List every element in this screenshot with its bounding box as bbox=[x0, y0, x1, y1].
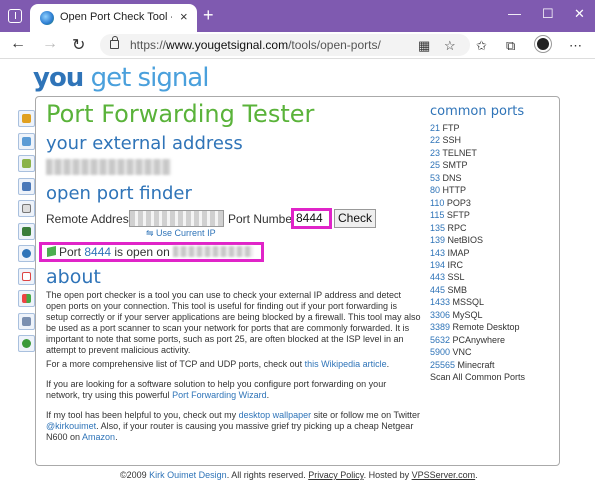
close-window-button[interactable]: ✕ bbox=[574, 6, 585, 22]
new-tab-button[interactable]: + bbox=[203, 5, 214, 26]
about-paragraph: The open port checker is a tool you can … bbox=[46, 290, 421, 355]
common-port-item[interactable]: 110 POP3 bbox=[430, 197, 525, 209]
refresh-icon: ⇋ bbox=[146, 228, 157, 238]
page-content: you get signal Port Forwarding Tester yo… bbox=[0, 60, 595, 500]
profile-icon[interactable] bbox=[535, 36, 551, 52]
main-panel: Port Forwarding Tester your external add… bbox=[35, 96, 560, 466]
tab-open-port-check[interactable]: Open Port Check Tool - Test Port × bbox=[30, 4, 197, 32]
common-port-item[interactable]: 443 SSL bbox=[430, 271, 525, 283]
external-address-heading: your external address bbox=[46, 133, 243, 154]
maximize-button[interactable]: ☐ bbox=[542, 6, 554, 22]
common-port-item[interactable]: 3306 MySQL bbox=[430, 309, 525, 321]
windows-tool-icon[interactable] bbox=[18, 290, 35, 307]
close-tab-icon[interactable]: × bbox=[180, 9, 188, 24]
common-port-item[interactable]: 25 SMTP bbox=[430, 159, 525, 171]
grid-icon[interactable]: ▦ bbox=[418, 38, 430, 54]
port-open-result: Port 8444 is open on bbox=[39, 242, 264, 262]
amazon-link[interactable]: Amazon bbox=[82, 432, 115, 442]
common-port-item[interactable]: 135 RPC bbox=[430, 222, 525, 234]
photo-tool-icon[interactable] bbox=[18, 155, 35, 172]
common-port-item[interactable]: 25565 Minecraft bbox=[430, 359, 525, 371]
common-port-item[interactable]: 143 IMAP bbox=[430, 247, 525, 259]
common-port-item[interactable]: 5900 VNC bbox=[430, 346, 525, 358]
common-ports-list: 21 FTP 22 SSH 23 TELNET 25 SMTP 53 DNS 80 HTT… bbox=[430, 122, 525, 384]
wikipedia-paragraph: For a more comprehensive list of TCP and… bbox=[46, 359, 390, 369]
back-button[interactable]: ← bbox=[10, 35, 26, 53]
lock-tool-icon[interactable] bbox=[18, 110, 35, 127]
common-port-item[interactable]: 22 SSH bbox=[430, 134, 525, 146]
common-port-item[interactable]: 194 IRC bbox=[430, 259, 525, 271]
author-link[interactable]: Kirk Ouimet Design bbox=[149, 470, 227, 480]
footer: ©2009 Kirk Ouimet Design. All rights res… bbox=[120, 470, 478, 480]
favorites-icon[interactable]: ✩ bbox=[476, 38, 487, 54]
common-port-item[interactable]: Scan All Common Ports bbox=[430, 371, 525, 383]
common-port-item[interactable]: 21 FTP bbox=[430, 122, 525, 134]
list-tool-icon[interactable] bbox=[18, 177, 35, 195]
port-forwarding-wizard-link[interactable]: Port Forwarding Wizard bbox=[172, 390, 267, 400]
browser-toolbar: ← → ↻ https://www.yougetsignal.com/tools… bbox=[0, 32, 595, 59]
common-port-item[interactable]: 1433 MSSQL bbox=[430, 296, 525, 308]
common-port-item[interactable]: 115 SFTP bbox=[430, 209, 525, 221]
use-current-ip-link[interactable]: ⇋ Use Current IP bbox=[146, 228, 216, 239]
about-heading: about bbox=[46, 266, 101, 288]
map-tool-icon[interactable] bbox=[18, 132, 35, 150]
forward-button[interactable]: → bbox=[42, 35, 58, 53]
port-number-input[interactable]: 8444 bbox=[291, 208, 332, 229]
external-ip-redacted bbox=[46, 159, 171, 175]
common-port-item[interactable]: 5632 PCAnywhere bbox=[430, 334, 525, 346]
remote-address-input[interactable] bbox=[129, 210, 224, 227]
reload-button[interactable]: ↻ bbox=[72, 35, 85, 55]
network-tool-icon[interactable] bbox=[18, 222, 35, 240]
port-number-label: Port Number bbox=[228, 212, 297, 226]
common-port-item[interactable]: 80 HTTP bbox=[430, 184, 525, 196]
support-paragraph: If my tool has been helpful to you, chec… bbox=[46, 410, 421, 442]
badge-tool-icon[interactable] bbox=[18, 335, 35, 352]
open-port-finder-heading: open port finder bbox=[46, 183, 192, 204]
twitter-link[interactable]: @kirkouimet bbox=[46, 421, 96, 431]
common-port-item[interactable]: 3389 Remote Desktop bbox=[430, 321, 525, 333]
desktop-wallpaper-link[interactable]: desktop wallpaper bbox=[239, 410, 312, 420]
lock-icon[interactable] bbox=[110, 36, 119, 49]
globe-tool-icon[interactable] bbox=[18, 245, 35, 262]
vpsserver-link[interactable]: VPSServer.com bbox=[412, 470, 476, 480]
minimize-button[interactable]: — bbox=[508, 6, 521, 21]
globe-favicon-icon bbox=[40, 11, 54, 25]
wizard-paragraph: If you are looking for a software soluti… bbox=[46, 379, 387, 400]
common-port-item[interactable]: 139 NetBIOS bbox=[430, 234, 525, 246]
common-port-item[interactable]: 445 SMB bbox=[430, 284, 525, 296]
tab-title: Open Port Check Tool - Test Port bbox=[60, 11, 172, 23]
remote-address-label: Remote Address bbox=[46, 212, 135, 226]
browser-titlebar: Open Port Check Tool - Test Port × + — ☐… bbox=[0, 0, 595, 32]
page-title: Port Forwarding Tester bbox=[46, 100, 315, 128]
wikipedia-link[interactable]: this Wikipedia article bbox=[305, 359, 387, 369]
url-text[interactable]: https://www.yougetsignal.com/tools/open-… bbox=[130, 38, 381, 52]
privacy-policy-link[interactable]: Privacy Policy bbox=[308, 470, 363, 480]
site-logo[interactable]: you get signal bbox=[33, 63, 209, 93]
document-tool-icon[interactable] bbox=[18, 312, 35, 330]
common-port-item[interactable]: 53 DNS bbox=[430, 172, 525, 184]
result-ip-redacted bbox=[173, 246, 254, 257]
more-icon[interactable]: ⋯ bbox=[569, 38, 582, 54]
tool-sidebar bbox=[18, 110, 36, 358]
address-bar[interactable]: https://www.yougetsignal.com/tools/open-… bbox=[100, 34, 470, 56]
star-add-icon[interactable]: ☆ bbox=[444, 38, 456, 54]
mail-tool-icon[interactable] bbox=[18, 200, 35, 217]
google-tool-icon[interactable] bbox=[18, 267, 35, 285]
collections-icon[interactable]: ⧉ bbox=[506, 38, 515, 54]
window-menu-icon[interactable] bbox=[8, 9, 22, 23]
green-flag-icon bbox=[47, 246, 56, 257]
common-port-item[interactable]: 23 TELNET bbox=[430, 147, 525, 159]
check-button[interactable]: Check bbox=[334, 209, 376, 228]
common-ports-heading: common ports bbox=[430, 104, 525, 119]
